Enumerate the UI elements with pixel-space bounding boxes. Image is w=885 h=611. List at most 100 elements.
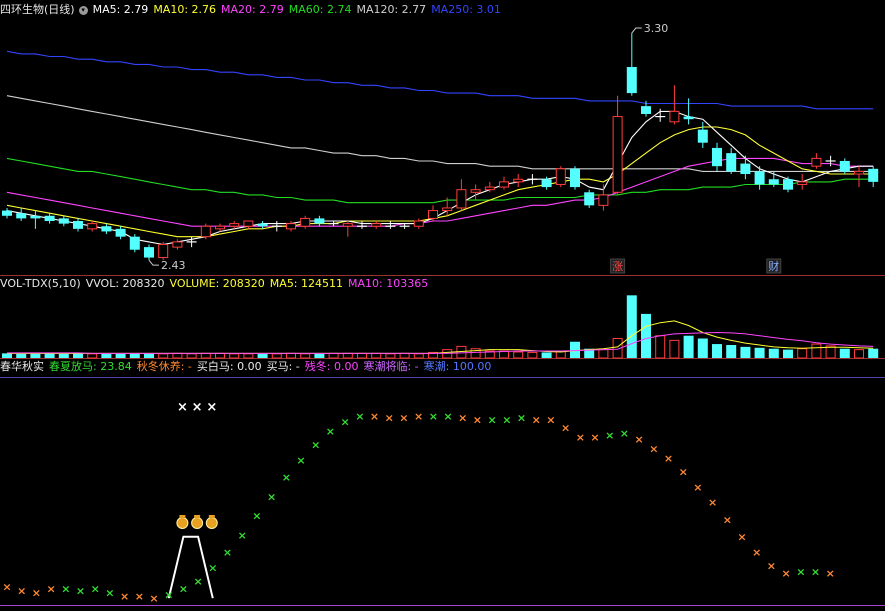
main_panel-indicator-2: MA20: 2.79 [221, 3, 284, 16]
volume-bar-up [215, 352, 225, 359]
ma5-line [6, 110, 874, 246]
candle-body-up [342, 223, 353, 227]
collapse-icon[interactable]: ▾ [78, 5, 88, 15]
signal-x-marker: × [61, 583, 70, 596]
main-panel-header: 四环生物(日线) ▾ MA5: 2.79 MA10: 2.76 MA20: 2.79 MA… [0, 2, 505, 18]
candle-body-down [314, 218, 325, 224]
signal-x-marker: × [105, 586, 114, 599]
signal-x-marker: × [443, 410, 452, 423]
candle-body-up [87, 223, 98, 230]
signal-x-marker: × [326, 425, 335, 438]
candle-body-down [839, 160, 850, 172]
candle-body-down [44, 215, 55, 222]
signal-x-marker: × [179, 583, 188, 596]
low-label: 2.43 [161, 259, 186, 272]
candle-body-down [129, 236, 140, 250]
candle-body-down [30, 215, 41, 219]
volume-bar-down [44, 353, 55, 358]
vol_panel-indicator-3: MA10: 103365 [348, 277, 429, 290]
signal-x-marker: × [752, 546, 761, 559]
badge-zhang: 涨 [612, 260, 623, 273]
volume-bar-down [129, 353, 140, 358]
candle-body-down [626, 66, 637, 94]
signal-x-marker: × [355, 410, 364, 423]
candle-body-up [371, 223, 382, 227]
volume-bar-up [669, 339, 680, 359]
signal-x-marker: × [17, 584, 26, 597]
candle-body-down [58, 218, 69, 224]
vol-panel-title: VOL-TDX(5,10) [0, 277, 81, 290]
candle-body-down [101, 226, 112, 232]
low-pointer [148, 259, 159, 266]
volume-bar-down [30, 353, 41, 358]
volume-bar-down [641, 313, 651, 358]
volume-bar-down [783, 349, 793, 358]
signal-x-marker: × [517, 412, 526, 425]
candle-body-down [726, 153, 737, 172]
signal-x-marker: × [340, 416, 349, 429]
volume-bar-up [854, 349, 864, 359]
candle-body-up [669, 110, 680, 123]
candle-body-up [499, 181, 509, 188]
candle-body-up [854, 170, 864, 175]
volume-bar-up [243, 353, 254, 359]
white-x-marker: × [177, 400, 188, 415]
candle-body-down [16, 213, 27, 219]
volume-bar-down [712, 344, 722, 358]
signal-x-marker: × [2, 581, 11, 594]
signal-x-marker: × [193, 575, 202, 588]
vol_panel-indicator-2: MA5: 124511 [269, 277, 344, 290]
volume-bar-down [740, 346, 751, 358]
candle-body-up [797, 181, 808, 185]
signal-x-marker: × [429, 410, 438, 423]
badge-cai: 财 [768, 259, 779, 273]
signal-x-marker: × [781, 567, 790, 580]
signal-x-marker: × [590, 431, 599, 444]
signal-x-marker: × [164, 588, 173, 601]
signal-x-marker: × [723, 513, 732, 526]
volume-bar-up [385, 353, 396, 359]
white-x-marker: × [192, 400, 203, 415]
signal-x-marker: × [149, 592, 158, 605]
main_panel-indicator-5: MA250: 3.01 [431, 3, 501, 16]
candle-body-up [200, 225, 211, 238]
volume-bar-up [413, 353, 424, 359]
signal-x-marker: × [76, 584, 85, 597]
volume-bar-up [598, 349, 609, 359]
signal-x-marker: × [311, 439, 320, 452]
signal-x-marker: × [46, 583, 55, 596]
volume-bar-down [257, 353, 268, 358]
ma10-line [6, 126, 874, 238]
signal-x-marker: × [458, 412, 467, 425]
volume-bar-up [186, 353, 197, 359]
main_panel-indicator-3: MA60: 2.74 [288, 3, 352, 16]
candle-body-up [456, 189, 467, 209]
candle-body-down [740, 163, 751, 175]
signal-x-marker: × [737, 531, 746, 544]
signal-x-marker: × [620, 427, 629, 440]
volume-bar-up [513, 351, 524, 359]
main_panel-indicator-0: MA5: 2.79 [92, 3, 149, 16]
volume-bar-up [300, 353, 311, 359]
signal-x-marker: × [576, 431, 585, 444]
volume-bar-down [839, 348, 850, 358]
vol_panel-indicator-0: VVOL: 208320 [85, 277, 165, 290]
money-bag-icon [205, 517, 218, 529]
signal-x-marker: × [634, 433, 643, 446]
volume-bar-up [158, 353, 169, 359]
signal-x-marker: × [120, 590, 129, 603]
candle-body-up [513, 178, 524, 183]
candle-body-down [2, 210, 12, 216]
volume-bar-up [527, 351, 538, 359]
candle-body-up [428, 210, 438, 219]
signal-x-marker: × [502, 414, 511, 427]
money-bag-neck [208, 515, 215, 518]
volume-bar-up [87, 353, 98, 359]
candle-body-up [413, 220, 424, 227]
candle-body-up [215, 225, 225, 230]
signal-x-marker: × [546, 414, 555, 427]
signal-x-marker: × [223, 546, 232, 559]
signal-x-marker: × [487, 414, 496, 427]
signal-x-marker: × [135, 590, 144, 603]
volume-bar-down [115, 353, 126, 358]
